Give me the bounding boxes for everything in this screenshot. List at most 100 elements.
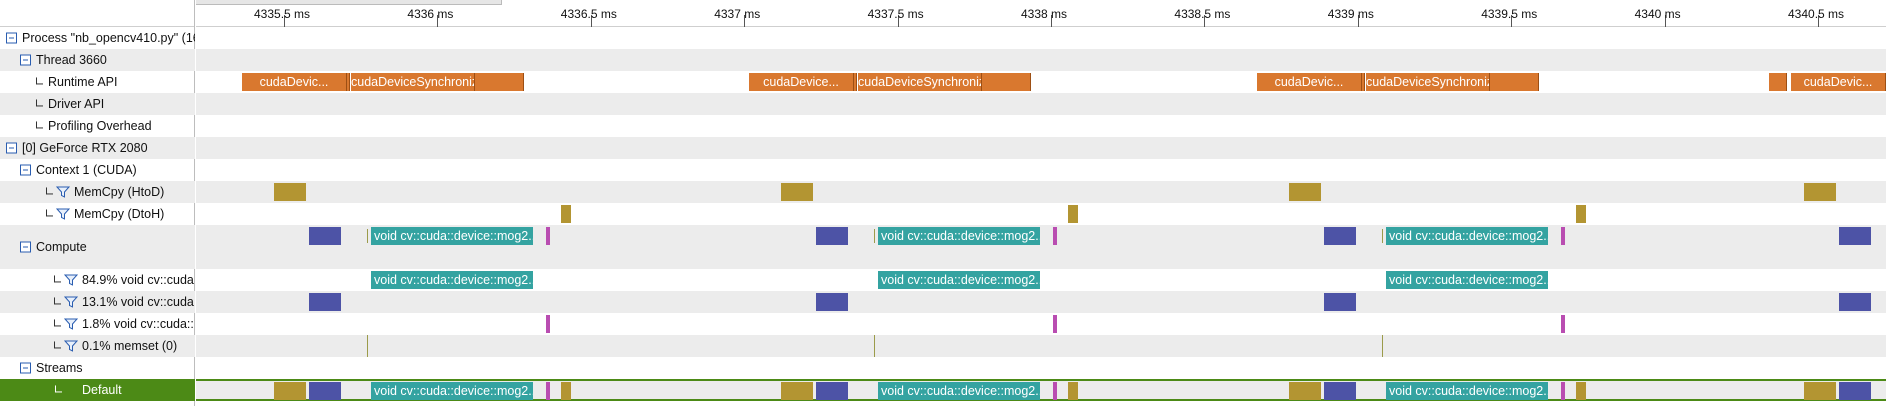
stream-kernel-18[interactable]: [1053, 382, 1057, 400]
kernel-block-mog2[interactable]: void cv::cuda::device::mog2...: [878, 227, 1040, 245]
kernel-block-18[interactable]: [1053, 227, 1057, 245]
tree-row-context[interactable]: Context 1 (CUDA): [0, 159, 195, 181]
tree-row-label: 13.1% void cv::cuda:...: [82, 295, 195, 309]
tree-row-kernel-18[interactable]: 1.8% void cv::cuda::...: [0, 313, 195, 335]
stream-kernel-18[interactable]: [1561, 382, 1565, 400]
stream-kernel-mog2[interactable]: void cv::cuda::device::mog2...: [878, 382, 1040, 400]
memcpy-htod-block[interactable]: [1289, 183, 1321, 201]
collapse-toggle-icon[interactable]: [20, 241, 31, 253]
kernel-block-mog2[interactable]: void cv::cuda::device::mog2...: [371, 227, 533, 245]
stream-memcpy-dtoh[interactable]: [1576, 382, 1586, 400]
filter-icon[interactable]: [55, 208, 71, 220]
timeline-view[interactable]: 4335.5 ms 4336 ms 4336.5 ms 4337 ms 4337.5 m…: [196, 0, 1886, 406]
memset-row-block[interactable]: [367, 335, 368, 357]
kernel-row-mog2-block[interactable]: void cv::cuda::device::mog2...: [371, 271, 533, 289]
api-call-cuda-device-synchronize[interactable]: cudaDeviceSynchronize: [1366, 73, 1490, 91]
api-call-small[interactable]: [854, 73, 857, 91]
memcpy-dtoh-block[interactable]: [1576, 205, 1586, 223]
tree-row-gpu[interactable]: [0] GeForce RTX 2080: [0, 137, 195, 159]
tree-row-memset[interactable]: 0.1% memset (0): [0, 335, 195, 357]
kernel-block-131[interactable]: [309, 227, 341, 245]
stream-kernel-mog2[interactable]: void cv::cuda::device::mog2...: [371, 382, 533, 400]
memset-block[interactable]: [874, 229, 875, 243]
kernel-row-131-block[interactable]: [1839, 293, 1871, 311]
filter-icon[interactable]: [63, 296, 79, 308]
memcpy-htod-block[interactable]: [274, 183, 306, 201]
kernel-row-18-block[interactable]: [1053, 315, 1057, 333]
kernel-block-18[interactable]: [546, 227, 550, 245]
tree-row-label: Default: [82, 383, 122, 397]
collapse-toggle-icon[interactable]: [6, 142, 17, 154]
kernel-row-131-block[interactable]: [816, 293, 848, 311]
collapse-toggle-icon[interactable]: [20, 54, 31, 66]
kernel-block-18[interactable]: [1561, 227, 1565, 245]
tree-row-kernel-849[interactable]: 84.9% void cv::cuda:...: [0, 269, 195, 291]
kernel-block-131[interactable]: [1839, 227, 1871, 245]
filter-icon[interactable]: [63, 274, 79, 286]
stream-kernel-131[interactable]: [309, 382, 341, 400]
memset-block[interactable]: [1382, 229, 1383, 243]
stream-kernel-131[interactable]: [1839, 382, 1871, 400]
stream-kernel-18[interactable]: [546, 382, 550, 400]
tree-row-memcpy-htod[interactable]: MemCpy (HtoD): [0, 181, 195, 203]
stream-memcpy-dtoh[interactable]: [561, 382, 571, 400]
api-call-gap[interactable]: [982, 73, 1031, 91]
filter-icon[interactable]: [63, 340, 79, 352]
memset-row-block[interactable]: [874, 335, 875, 357]
memcpy-htod-block[interactable]: [781, 183, 813, 201]
stream-kernel-mog2[interactable]: void cv::cuda::device::mog2...: [1386, 382, 1548, 400]
api-call-cuda-device-sync-short[interactable]: cudaDevic...: [1791, 73, 1886, 91]
memset-row-block[interactable]: [1382, 335, 1383, 357]
tree-row-process[interactable]: Process "nb_opencv410.py" (1600): [0, 27, 195, 49]
collapse-toggle-icon[interactable]: [20, 164, 31, 176]
api-call-gap[interactable]: [1490, 73, 1539, 91]
api-call-cuda-device-synchronize[interactable]: cudaDeviceSynchronize: [351, 73, 475, 91]
filter-icon[interactable]: [63, 318, 79, 330]
collapse-toggle-icon[interactable]: [6, 32, 17, 44]
ruler-tick-label: 4339.5 ms: [1481, 7, 1538, 21]
kernel-row-18-block[interactable]: [1561, 315, 1565, 333]
kernel-row-131-block[interactable]: [309, 293, 341, 311]
stream-memcpy-dtoh[interactable]: [1068, 382, 1078, 400]
stream-kernel-131[interactable]: [816, 382, 848, 400]
stream-memcpy-htod[interactable]: [274, 382, 306, 400]
api-call-gap[interactable]: [1769, 73, 1787, 91]
time-ruler[interactable]: 4335.5 ms 4336 ms 4336.5 ms 4337 ms 4337.5 m…: [196, 0, 1886, 27]
tree-row-thread[interactable]: Thread 3660: [0, 49, 195, 71]
tree-row-compute[interactable]: Compute: [0, 225, 195, 269]
tree-row-driver-api[interactable]: Driver API: [0, 93, 195, 115]
tree-row-default[interactable]: Default: [0, 379, 195, 401]
kernel-block-mog2[interactable]: void cv::cuda::device::mog2...: [1386, 227, 1548, 245]
api-call-cuda-device-sync-short[interactable]: cudaDevic...: [1257, 73, 1362, 91]
memcpy-dtoh-block[interactable]: [561, 205, 571, 223]
ruler-tick-label: 4335.5 ms: [254, 7, 311, 21]
ruler-scroll-thumb[interactable]: [196, 0, 502, 5]
tree-row-kernel-131[interactable]: 13.1% void cv::cuda:...: [0, 291, 195, 313]
stream-memcpy-htod[interactable]: [781, 382, 813, 400]
api-call-cuda-device-sync-short[interactable]: cudaDevic...: [242, 73, 347, 91]
kernel-block-131[interactable]: [1324, 227, 1356, 245]
filter-icon[interactable]: [55, 186, 71, 198]
tree-row-label: Driver API: [48, 97, 105, 111]
api-call-cuda-device-synchronize[interactable]: cudaDeviceSynchronize: [858, 73, 982, 91]
kernel-row-131-block[interactable]: [1324, 293, 1356, 311]
kernel-row-18-block[interactable]: [546, 315, 550, 333]
kernel-row-mog2-block[interactable]: void cv::cuda::device::mog2...: [878, 271, 1040, 289]
kernel-row-mog2-block[interactable]: void cv::cuda::device::mog2...: [1386, 271, 1548, 289]
stream-memcpy-htod[interactable]: [1804, 382, 1836, 400]
api-call-small[interactable]: [1362, 73, 1365, 91]
collapse-toggle-icon[interactable]: [20, 362, 31, 374]
tree-row-runtime-api[interactable]: Runtime API: [0, 71, 195, 93]
tree-row-streams[interactable]: Streams: [0, 357, 195, 379]
tree-row-memcpy-dtoh[interactable]: MemCpy (DtoH): [0, 203, 195, 225]
kernel-block-131[interactable]: [816, 227, 848, 245]
api-call-cuda-device-sync-short[interactable]: cudaDevice...: [749, 73, 854, 91]
memcpy-dtoh-block[interactable]: [1068, 205, 1078, 223]
tree-row-profiling-overhead[interactable]: Profiling Overhead: [0, 115, 195, 137]
stream-memcpy-htod[interactable]: [1289, 382, 1321, 400]
api-call-small[interactable]: [347, 73, 350, 91]
stream-kernel-131[interactable]: [1324, 382, 1356, 400]
memcpy-htod-block[interactable]: [1804, 183, 1836, 201]
memset-block[interactable]: [367, 229, 368, 243]
api-call-gap[interactable]: [475, 73, 524, 91]
